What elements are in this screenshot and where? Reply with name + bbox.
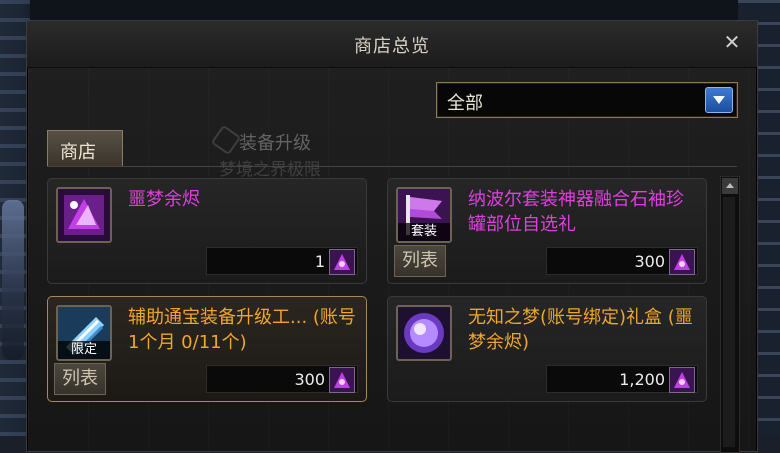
purple-orb-icon xyxy=(396,305,452,361)
nightmare-ember-currency-icon xyxy=(329,249,355,275)
shop-overview-dialog: 商店总览 ✕ 装备升级 梦境之界极限 全部 商店 噩梦余烬 1 套装 纳波尔套装… xyxy=(26,20,758,453)
nightmare-ember-currency-icon xyxy=(329,367,355,393)
tab-label: 商店 xyxy=(60,142,96,163)
item-name: 噩梦余烬 xyxy=(128,189,200,210)
nightmare-ember-currency-icon xyxy=(669,249,695,275)
close-icon[interactable]: ✕ xyxy=(721,31,743,53)
category-dropdown[interactable]: 全部 xyxy=(436,82,738,118)
nightmare-ember-icon xyxy=(56,187,112,243)
scroll-up-icon[interactable] xyxy=(722,178,738,194)
scroll-track[interactable] xyxy=(723,197,735,447)
dialog-title: 商店总览 xyxy=(354,36,430,57)
scrollbar[interactable] xyxy=(720,176,740,453)
chevron-down-icon[interactable] xyxy=(705,87,733,113)
item-badge: 套装 xyxy=(398,223,450,241)
tab-divider xyxy=(47,166,737,167)
dialog-titlebar: 商店总览 ✕ xyxy=(27,21,757,68)
item-name: 纳波尔套装神器融合石袖珍罐部位自选礼 xyxy=(468,189,684,235)
list-button[interactable]: 列表 xyxy=(54,363,106,395)
shop-item-card[interactable]: 噩梦余烬 1 xyxy=(47,178,367,284)
dropdown-selected-value: 全部 xyxy=(447,93,483,114)
price-box: 300 xyxy=(546,247,698,275)
shop-item-card[interactable]: 无知之梦(账号绑定)礼盒 (噩梦余烬) 1,200 xyxy=(387,296,707,402)
price-box: 1 xyxy=(206,247,358,275)
list-button[interactable]: 列表 xyxy=(394,245,446,277)
price-box: 300 xyxy=(206,365,358,393)
shop-item-card[interactable]: 套装 纳波尔套装神器融合石袖珍罐部位自选礼 列表 300 xyxy=(387,178,707,284)
item-price: 1 xyxy=(314,252,325,271)
purple-flag-icon: 套装 xyxy=(396,187,452,243)
item-price: 1,200 xyxy=(619,370,665,389)
tab-shop[interactable]: 商店 xyxy=(47,130,123,167)
item-name: 无知之梦(账号绑定)礼盒 (噩梦余烬) xyxy=(468,307,693,353)
nightmare-ember-currency-icon xyxy=(669,367,695,393)
item-name: 辅助通宝装备升级工... (账号1个月 0/11个) xyxy=(128,307,356,353)
price-box: 1,200 xyxy=(546,365,698,393)
item-badge: 限定 xyxy=(58,341,110,359)
shop-item-card[interactable]: 限定 辅助通宝装备升级工... (账号1个月 0/11个) 列表 300 xyxy=(47,296,367,402)
left-scene-figure xyxy=(2,200,24,360)
background-overlay-text: 装备升级 xyxy=(239,133,311,154)
item-price: 300 xyxy=(294,370,325,389)
background-overlay-subtext: 梦境之界极限 xyxy=(219,160,321,180)
item-price: 300 xyxy=(634,252,665,271)
upgrade-tool-icon: 限定 xyxy=(56,305,112,361)
